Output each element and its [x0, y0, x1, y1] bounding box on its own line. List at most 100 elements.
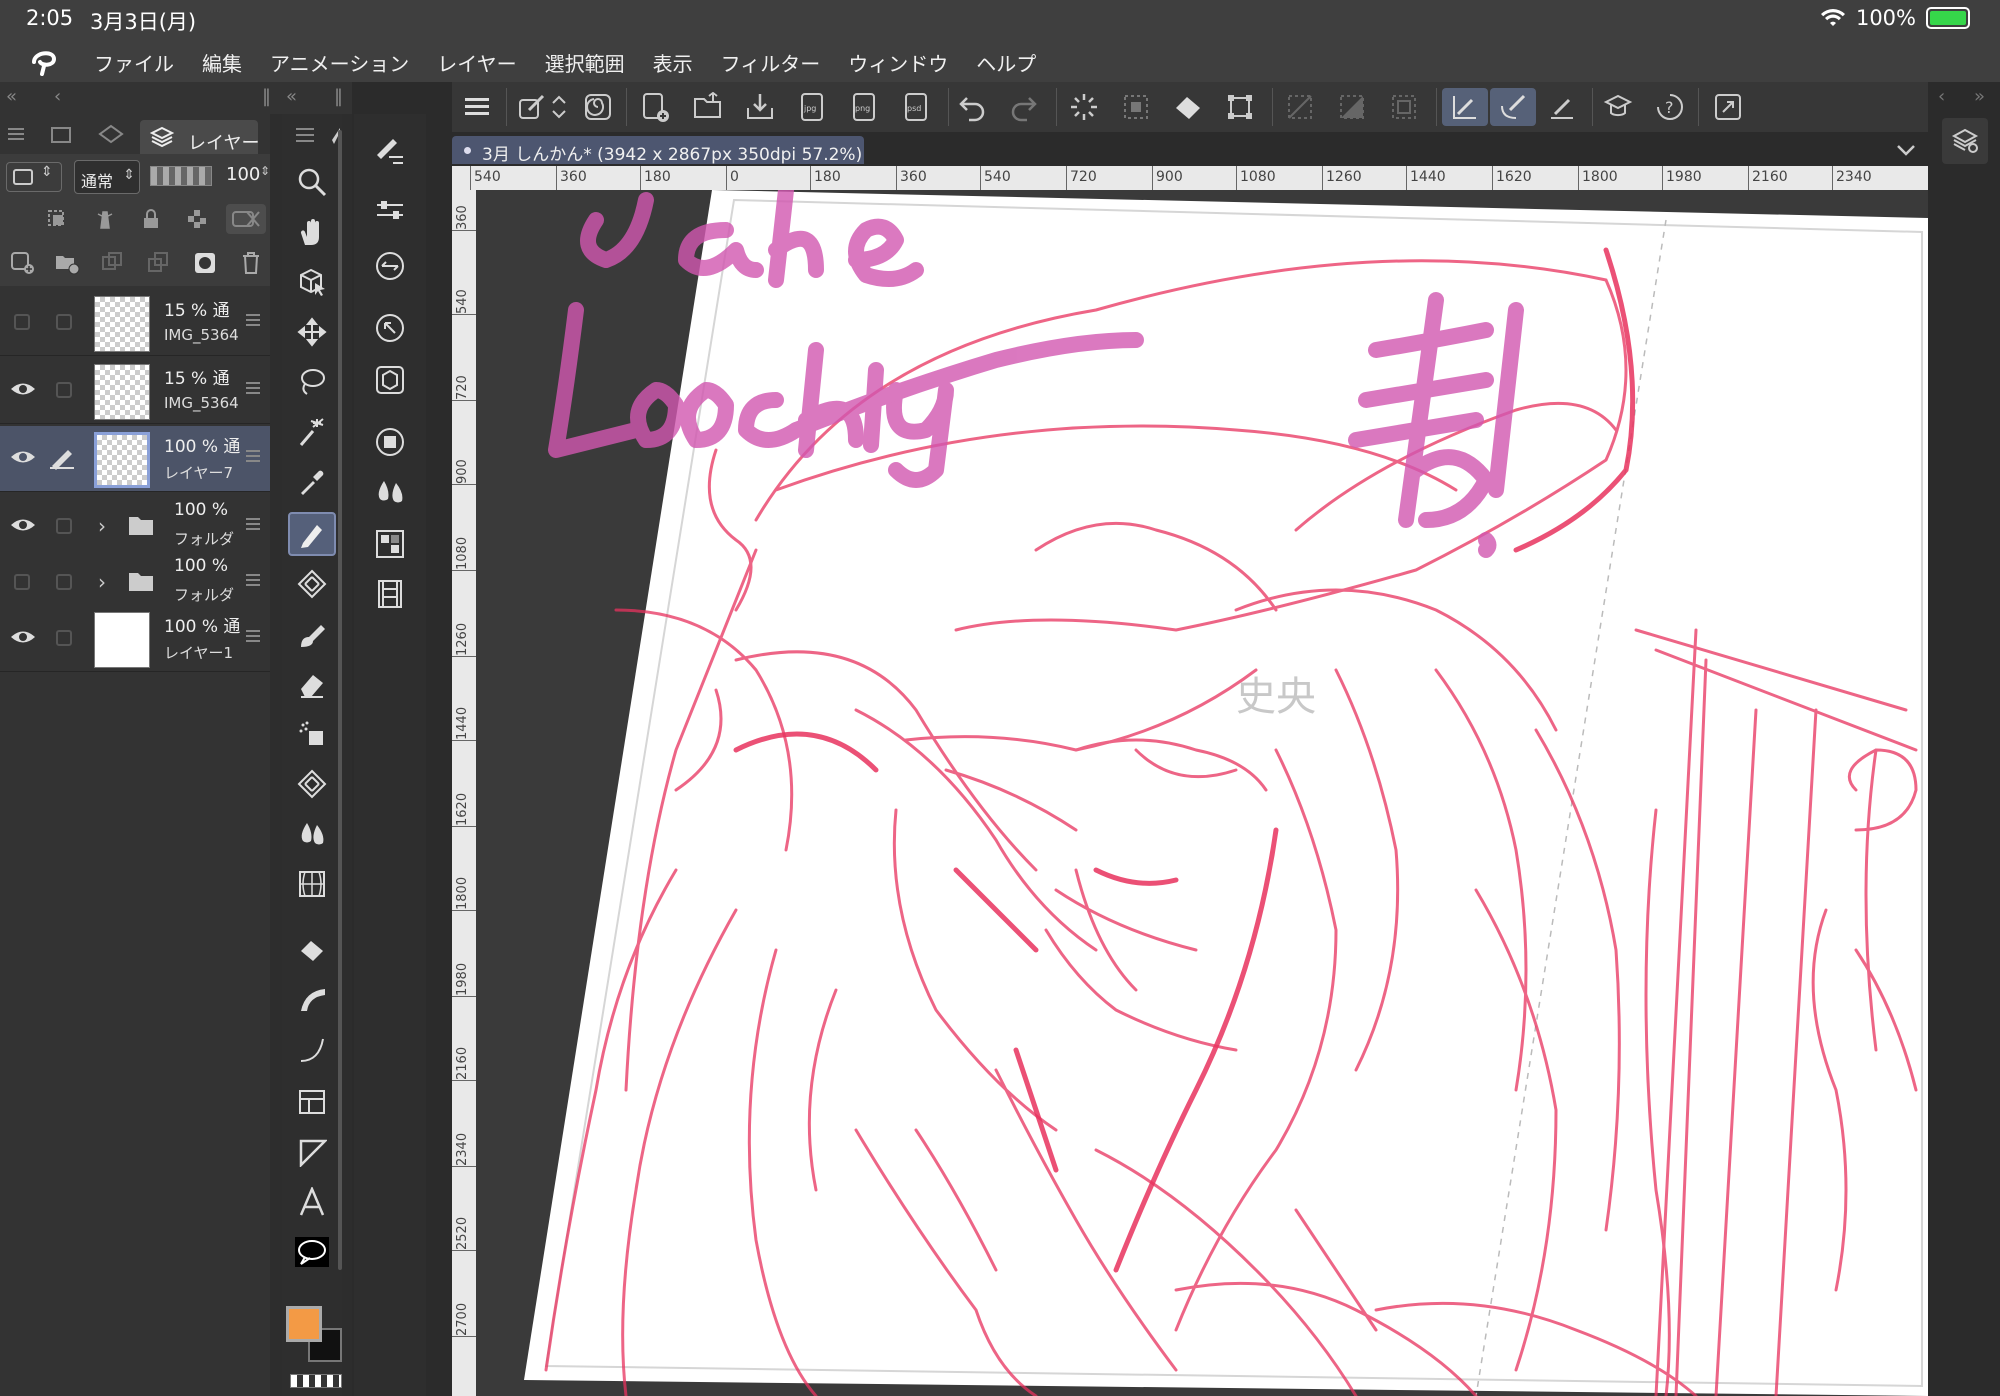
text-tool[interactable]: [288, 1180, 336, 1224]
edit-target-toggle[interactable]: [56, 518, 72, 534]
chevron-down-icon[interactable]: [1892, 136, 1920, 164]
new-folder-button[interactable]: [52, 248, 82, 278]
blend-tool[interactable]: [288, 812, 336, 856]
balloon-tool[interactable]: [288, 1230, 336, 1274]
collapse-left-icon-2[interactable]: «: [286, 86, 297, 107]
clip-layer-button[interactable]: [42, 204, 72, 234]
eye-icon[interactable]: [10, 378, 36, 400]
transparent-color-swatch[interactable]: [290, 1374, 342, 1388]
open-file-button[interactable]: [688, 88, 728, 126]
export-png-button[interactable]: png: [844, 88, 884, 126]
eraser-tool[interactable]: [288, 662, 336, 706]
menu-animation[interactable]: アニメーション: [270, 48, 409, 77]
menu-filter[interactable]: フィルター: [721, 48, 821, 77]
menu-icon[interactable]: [296, 126, 318, 144]
opacity-stepper-icon[interactable]: ⇕: [260, 164, 270, 178]
magic-wand-tool[interactable]: [288, 410, 336, 454]
layer-property-button[interactable]: [366, 420, 414, 464]
expand-selection-button[interactable]: [1384, 88, 1424, 126]
pen-tool[interactable]: [288, 512, 336, 556]
color-set-button[interactable]: [366, 522, 414, 566]
collapse-left-icon[interactable]: «: [6, 86, 17, 107]
drawing-canvas[interactable]: 史央: [476, 190, 1928, 1396]
menu-edit[interactable]: 編集: [202, 48, 242, 77]
canvas-area[interactable]: 史央: [476, 190, 1928, 1396]
layer-row-selected[interactable]: 100 % 通 レイヤー7: [0, 426, 270, 492]
export-psd-button[interactable]: psd: [896, 88, 936, 126]
layer-row[interactable]: 15 % 通 IMG_5364: [0, 290, 270, 356]
panel-handle-icon[interactable]: ‖: [262, 86, 271, 107]
layer-color-select[interactable]: ⇕: [6, 162, 62, 192]
layer-drag-handle-icon[interactable]: [246, 518, 260, 532]
selection-border-button[interactable]: [1116, 88, 1156, 126]
learn-button[interactable]: [1598, 88, 1638, 126]
quick-access-button[interactable]: [578, 88, 618, 126]
document-tab[interactable]: 3月 しんかん* (3942 x 2867px 350dpi 57.2%): [452, 136, 864, 165]
layer-drag-handle-icon[interactable]: [246, 574, 260, 588]
menu-help[interactable]: ヘルプ: [976, 48, 1036, 77]
tab-material[interactable]: [92, 120, 130, 154]
transform-button[interactable]: [1220, 88, 1260, 126]
airbrush-tool[interactable]: [288, 712, 336, 756]
zoom-tool[interactable]: [288, 160, 336, 204]
delete-layer-button[interactable]: [236, 248, 266, 278]
decoration-tool[interactable]: [288, 762, 336, 806]
layer-drag-handle-icon[interactable]: [246, 450, 260, 464]
menu-file[interactable]: ファイル: [94, 48, 174, 77]
add-mask-button[interactable]: [190, 248, 220, 278]
main-color-swatch[interactable]: [286, 1306, 322, 1342]
copy-layer-button[interactable]: [98, 248, 128, 278]
layer-drag-handle-icon[interactable]: [246, 314, 260, 328]
redo-button[interactable]: [1004, 88, 1044, 126]
layer-drag-handle-icon[interactable]: [246, 382, 260, 396]
new-raster-layer-button[interactable]: [8, 248, 38, 278]
layer-drag-handle-icon[interactable]: [246, 630, 260, 644]
figure-tool[interactable]: [288, 862, 336, 906]
chevron-left-icon[interactable]: ‹: [54, 86, 61, 107]
fullscreen-button[interactable]: [1708, 88, 1748, 126]
invert-selection-button[interactable]: [1332, 88, 1372, 126]
new-file-button[interactable]: [636, 88, 676, 126]
layer-panel-toggle-button[interactable]: [1942, 118, 1988, 164]
curve-tool[interactable]: [288, 1028, 336, 1072]
menu-layer[interactable]: レイヤー: [437, 48, 516, 77]
stepper-button[interactable]: [544, 88, 574, 126]
tool-property-button[interactable]: [366, 188, 414, 232]
fill-button[interactable]: [1168, 88, 1208, 126]
tool-palette-scrollbar[interactable]: [338, 130, 342, 1270]
mask-toggle-button[interactable]: [226, 204, 266, 234]
snap-ruler-button[interactable]: [1442, 88, 1488, 126]
lasso-tool[interactable]: [288, 360, 336, 404]
ruler-tool[interactable]: [288, 1130, 336, 1174]
move-tool[interactable]: [288, 310, 336, 354]
object-tool[interactable]: [288, 260, 336, 304]
3d-material-button[interactable]: [366, 358, 414, 402]
loading-button[interactable]: [1064, 88, 1104, 126]
gradient-tool[interactable]: [288, 978, 336, 1022]
clip-studio-logo[interactable]: [24, 44, 64, 80]
navigator-button[interactable]: [366, 306, 414, 350]
panel-handle-icon-2[interactable]: ‖: [334, 86, 343, 107]
folder-expand-icon[interactable]: ›: [98, 514, 106, 538]
help-button[interactable]: ?: [1650, 88, 1690, 126]
tab-navigator[interactable]: [42, 120, 80, 154]
merge-down-button[interactable]: [144, 248, 174, 278]
menu-view[interactable]: 表示: [653, 48, 693, 77]
layer-row[interactable]: 15 % 通 IMG_5364: [0, 358, 270, 424]
undo-button[interactable]: [952, 88, 992, 126]
opacity-value[interactable]: 100: [226, 164, 260, 185]
lock-transparency-button[interactable]: [182, 204, 212, 234]
chevron-left-icon[interactable]: ‹: [1938, 86, 1945, 107]
frame-border-tool[interactable]: [288, 1080, 336, 1124]
export-jpg-button[interactable]: jpg: [792, 88, 832, 126]
opacity-slider[interactable]: [150, 166, 212, 186]
brush-size-button[interactable]: [366, 244, 414, 288]
blend-mode-select[interactable]: 通常 ⇕: [74, 160, 140, 194]
command-menu-button[interactable]: [458, 88, 498, 126]
fill-tool[interactable]: [288, 928, 336, 972]
subtool-button[interactable]: [366, 130, 414, 174]
eye-icon[interactable]: [10, 514, 36, 536]
edit-target-toggle[interactable]: [56, 314, 72, 330]
snap-special-ruler-button[interactable]: [1490, 88, 1536, 126]
eyedropper-tool[interactable]: [288, 460, 336, 504]
